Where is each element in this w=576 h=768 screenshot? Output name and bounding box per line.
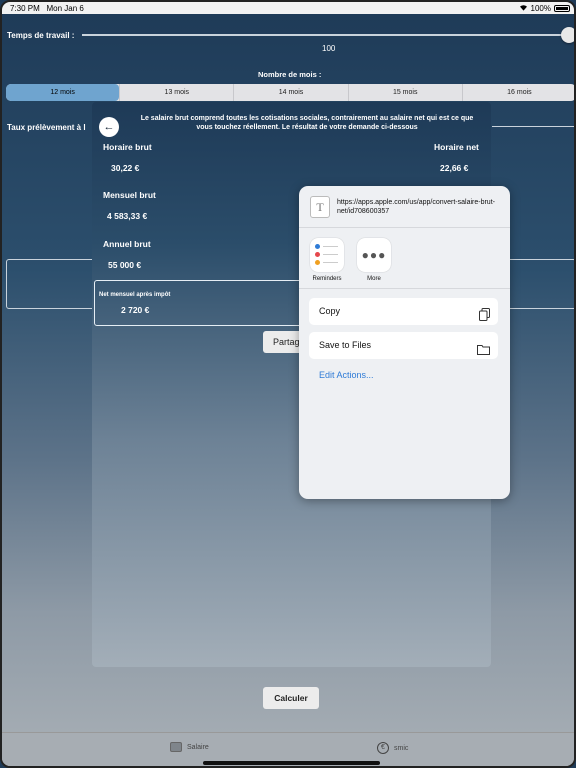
status-right: 100%: [519, 4, 570, 13]
horaire-net-label: Horaire net: [434, 142, 479, 152]
reminders-app-button[interactable]: [310, 238, 344, 272]
tab-smic-label: smic: [394, 744, 409, 752]
segment-12-mois[interactable]: 12 mois: [6, 84, 120, 101]
temps-slider-track[interactable]: [82, 34, 572, 36]
copy-action[interactable]: Copy: [309, 298, 498, 325]
save-to-files-action[interactable]: Save to Files: [309, 332, 498, 359]
modal-description: Le salaire brut comprend toutes les coti…: [140, 115, 474, 131]
status-time: 7:30 PM Mon Jan 6: [10, 4, 84, 13]
annuel-brut-value: 55 000 €: [108, 260, 142, 270]
mensuel-brut-value: 4 583,33 €: [107, 211, 148, 221]
segment-13-mois[interactable]: 13 mois: [119, 84, 233, 101]
edit-actions-link[interactable]: Edit Actions...: [319, 370, 374, 380]
coins-icon: [170, 742, 182, 752]
net-apres-impot-box: Net mensuel après impôt 2 720 €: [94, 280, 304, 326]
home-indicator[interactable]: [203, 761, 380, 765]
horaire-brut-value: 30,22 €: [111, 163, 140, 173]
tab-salaire[interactable]: Salaire: [170, 742, 209, 752]
annuel-brut-label: Annuel brut: [103, 239, 151, 249]
share-header: T https://apps.apple.com/us/app/convert-…: [299, 186, 510, 228]
horaire-net-value: 22,66 €: [440, 163, 469, 173]
more-icon: ●●●: [361, 248, 387, 262]
segment-14-mois[interactable]: 14 mois: [233, 84, 347, 101]
save-to-files-label: Save to Files: [319, 340, 372, 350]
nombre-mois-label: Nombre de mois :: [258, 70, 322, 79]
status-bar: 7:30 PM Mon Jan 6 100%: [2, 2, 574, 14]
share-divider: [299, 288, 510, 289]
share-sheet: T https://apps.apple.com/us/app/convert-…: [299, 186, 510, 499]
share-url: https://apps.apple.com/us/app/convert-sa…: [337, 199, 495, 215]
mensuel-brut-label: Mensuel brut: [103, 190, 156, 200]
tab-salaire-label: Salaire: [187, 743, 209, 751]
temps-value: 100: [322, 44, 336, 53]
temps-label: Temps de travail :: [7, 31, 75, 40]
app-frame: 7:30 PM Mon Jan 6 100% Temps de travail …: [0, 0, 576, 768]
battery-icon: [554, 5, 570, 12]
reminders-label: Reminders: [312, 276, 342, 282]
segment-16-mois[interactable]: 16 mois: [461, 84, 574, 101]
copy-icon: [479, 305, 490, 321]
horaire-brut-label: Horaire brut: [103, 142, 152, 152]
text-document-icon: T: [310, 196, 330, 218]
taux-slider-track[interactable]: [492, 126, 574, 127]
taux-label: Taux prélèvement à l: [7, 123, 86, 132]
back-button[interactable]: ←: [99, 117, 119, 137]
tab-smic[interactable]: € smic: [377, 742, 408, 754]
copy-label: Copy: [319, 306, 341, 316]
arrow-left-icon: ←: [103, 121, 115, 133]
wifi-icon: [519, 4, 528, 13]
calculer-button[interactable]: Calculer: [263, 687, 319, 709]
net-apres-impot-label: Net mensuel après impôt: [99, 292, 171, 298]
euro-icon: €: [377, 742, 389, 754]
net-apres-impot-value: 2 720 €: [121, 305, 150, 315]
mois-segmented-control[interactable]: 12 mois 13 mois 14 mois 15 mois 16 mois: [6, 84, 574, 101]
battery-percent: 100%: [530, 4, 551, 13]
folder-icon: [477, 339, 490, 355]
temps-slider-thumb[interactable]: [561, 27, 574, 43]
more-app-button[interactable]: ●●●: [357, 238, 391, 272]
segment-15-mois[interactable]: 15 mois: [347, 84, 462, 101]
more-label: More: [367, 276, 381, 282]
